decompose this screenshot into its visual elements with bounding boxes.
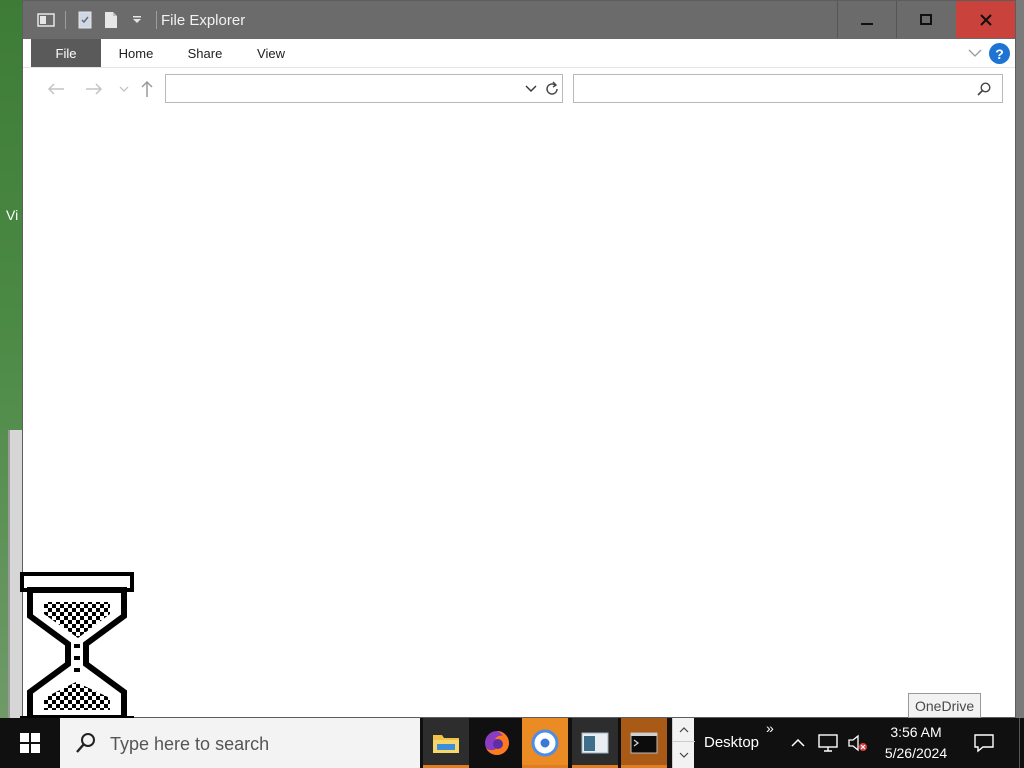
clock-time: 3:56 AM: [890, 724, 942, 740]
address-dropdown-button[interactable]: [522, 79, 540, 99]
taskbar-search-placeholder: Type here to search: [110, 734, 270, 754]
taskbar: Type here to search Desktop » 3:56 AM 5/…: [0, 718, 1024, 768]
chevron-down-icon: [679, 752, 689, 758]
desktop-toolbar-label[interactable]: Desktop: [704, 734, 759, 751]
notification-icon: [974, 734, 994, 753]
arrow-right-icon: [86, 83, 103, 95]
window-app-icon: [581, 732, 609, 754]
search-input[interactable]: [574, 75, 970, 102]
taskbar-scroll: [672, 718, 695, 768]
tab-home[interactable]: Home: [107, 39, 165, 67]
refresh-button[interactable]: [542, 79, 562, 99]
hourglass-cursor-icon: [20, 572, 134, 736]
close-button[interactable]: [956, 1, 1015, 38]
navigation-bar: [23, 69, 1015, 109]
terminal-icon: [630, 732, 658, 754]
chevron-down-icon: [525, 85, 537, 92]
taskbar-app-firefox[interactable]: [474, 718, 520, 768]
system-clock[interactable]: 3:56 AM 5/26/2024: [876, 722, 956, 764]
chevron-down-icon: [119, 86, 129, 92]
expand-ribbon-button[interactable]: [965, 43, 985, 63]
help-button[interactable]: ?: [989, 43, 1010, 64]
file-list-area[interactable]: [31, 109, 1007, 707]
chevron-up-icon: [679, 726, 689, 732]
chevron-down-icon: [968, 49, 982, 57]
taskbar-scroll-down-button[interactable]: [673, 743, 695, 767]
onedrive-tooltip: OneDrive: [908, 693, 982, 718]
folder-icon: [433, 735, 459, 753]
volume-muted-icon[interactable]: [846, 731, 870, 755]
search-button[interactable]: [974, 79, 994, 99]
toolbar-overflow-chevron-icon[interactable]: »: [766, 720, 774, 736]
taskbar-app-chrome[interactable]: [522, 718, 568, 768]
toolbar-separator: [65, 11, 66, 29]
show-hidden-icons-button[interactable]: [786, 731, 810, 755]
chevron-up-icon: [791, 739, 805, 747]
ribbon-tabs: File Home Share View ?: [23, 39, 1015, 68]
explorer-app-icon[interactable]: [33, 7, 59, 33]
customize-quick-access-chevron-down-icon[interactable]: [124, 7, 150, 33]
taskbar-app-window[interactable]: [572, 718, 618, 768]
taskbar-app-file-explorer[interactable]: [423, 718, 469, 768]
recent-locations-button[interactable]: [115, 77, 133, 101]
show-desktop-button[interactable]: [1019, 718, 1024, 768]
file-explorer-window: File Explorer File Home Share View ?: [22, 0, 1016, 718]
minimize-button[interactable]: [837, 1, 896, 38]
maximize-button[interactable]: [896, 1, 955, 38]
arrow-up-icon: [141, 80, 153, 97]
toolbar-separator: [156, 11, 157, 29]
firefox-icon: [485, 731, 509, 755]
desktop-icon-label[interactable]: Vi: [6, 207, 18, 223]
minimize-icon: [861, 22, 873, 25]
window-title: File Explorer: [161, 12, 246, 29]
back-button[interactable]: [43, 77, 69, 101]
tab-file[interactable]: File: [31, 39, 101, 67]
search-box[interactable]: [573, 74, 1003, 103]
search-icon: [76, 733, 95, 753]
forward-button[interactable]: [81, 77, 107, 101]
network-icon[interactable]: [816, 731, 840, 755]
properties-icon[interactable]: [72, 7, 98, 33]
action-center-button[interactable]: [964, 728, 1004, 758]
close-icon: [979, 13, 992, 26]
search-icon: [977, 82, 991, 96]
taskbar-scroll-up-button[interactable]: [673, 718, 695, 742]
clock-date: 5/26/2024: [884, 745, 948, 761]
refresh-icon: [546, 81, 558, 95]
tab-share[interactable]: Share: [175, 39, 235, 67]
quick-access-toolbar: [33, 7, 163, 33]
start-button[interactable]: [0, 718, 60, 768]
taskbar-app-terminal[interactable]: [621, 718, 667, 768]
taskbar-search-box[interactable]: Type here to search: [60, 718, 420, 768]
tab-view[interactable]: View: [245, 39, 297, 67]
up-button[interactable]: [135, 77, 159, 101]
windows-logo-icon: [20, 733, 40, 753]
address-bar[interactable]: [165, 74, 563, 103]
maximize-icon: [920, 13, 932, 25]
arrow-left-icon: [47, 83, 64, 95]
chrome-icon: [531, 729, 559, 757]
title-bar[interactable]: File Explorer: [23, 1, 1015, 39]
new-folder-icon[interactable]: [98, 7, 124, 33]
